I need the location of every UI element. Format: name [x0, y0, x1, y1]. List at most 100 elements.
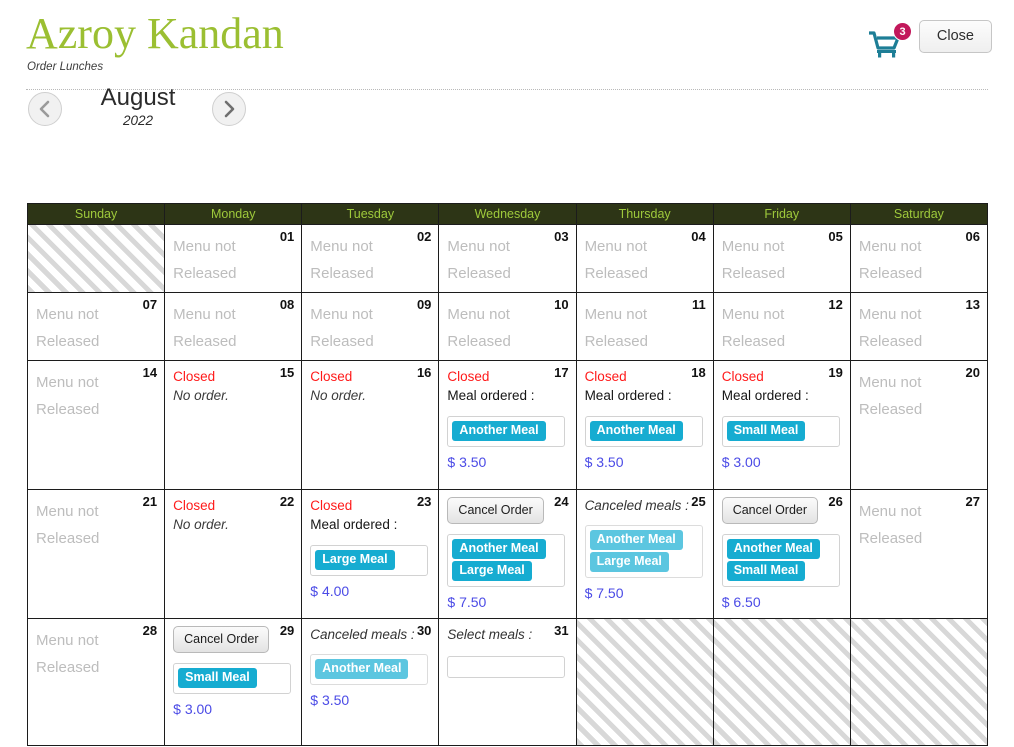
closed-label: Closed	[721, 369, 764, 384]
menu-not-released-label: Menu not Released	[721, 306, 786, 350]
day-cell-body: Canceled meals : Another MealLarge Meal $ …	[584, 497, 705, 601]
day-cell-body: Menu not Released	[722, 233, 842, 287]
day-number: 28	[142, 623, 158, 638]
calendar-day-cell: 16 Closed No order.	[302, 361, 440, 490]
day-number: 16	[416, 365, 432, 380]
menu-not-released-label: Menu not Released	[173, 238, 237, 282]
day-cell-body: Select meals :	[447, 626, 567, 678]
meal-tag: Small Meal	[726, 421, 806, 441]
day-number: 14	[142, 365, 158, 380]
next-month-button[interactable]	[212, 92, 246, 126]
day-cell-body: Menu not Released	[722, 301, 842, 355]
day-cell-body: Menu not Released	[36, 301, 156, 355]
calendar-day-cell: 22 Closed No order.	[165, 490, 303, 619]
closed-label: Closed	[310, 498, 353, 513]
day-number: 24	[554, 494, 569, 509]
calendar-day-cell: 08 Menu not Released	[165, 293, 303, 361]
cancel-order-button[interactable]: Cancel Order	[447, 497, 544, 524]
order-price: $ 7.50	[584, 585, 624, 601]
meal-ordered-label: Meal ordered :	[447, 388, 535, 403]
day-number: 08	[279, 297, 295, 312]
chevron-left-icon	[39, 100, 50, 118]
day-cell-body: Menu not Released	[36, 498, 156, 552]
calendar-day-cell[interactable]: 24 Cancel Order Another MealLarge Meal $ 7.…	[439, 490, 577, 619]
cancel-order-button[interactable]: Cancel Order	[173, 626, 270, 653]
calendar-cell-empty	[28, 225, 166, 293]
close-button[interactable]: Close	[918, 20, 992, 53]
meal-tag: Large Meal	[315, 550, 395, 570]
closed-label: Closed	[447, 369, 490, 384]
menu-not-released-label: Menu not Released	[584, 306, 648, 350]
meal-tag: Small Meal	[726, 561, 806, 581]
closed-label: Closed	[173, 369, 216, 384]
meal-tag: Another Meal	[589, 421, 683, 441]
meal-ordered-label: Meal ordered :	[721, 388, 809, 403]
day-cell-body: Menu not Released	[859, 498, 979, 552]
closed-label: Closed	[310, 369, 353, 384]
day-number: 05	[828, 229, 843, 244]
day-number: 30	[416, 623, 432, 638]
meal-select-input[interactable]	[447, 656, 566, 678]
meal-tag-list: Another Meal	[447, 416, 566, 447]
calendar-day-cell[interactable]: 29 Cancel Order Small Meal $ 3.00	[165, 619, 303, 746]
calendar-day-cell: 02 Menu not Released	[302, 225, 440, 293]
day-number: 21	[142, 494, 158, 509]
calendar-cell-empty	[713, 619, 851, 746]
day-cell-body: Menu not Released	[859, 233, 979, 287]
day-cell-body: Menu not Released	[310, 233, 430, 287]
order-price: $ 3.50	[310, 692, 350, 708]
meal-tag-list: Small Meal	[173, 663, 292, 694]
calendar-cell-empty	[576, 619, 714, 746]
calendar-day-cell: 05 Menu not Released	[713, 225, 851, 293]
calendar-day-cell[interactable]: 31 Select meals :	[439, 619, 577, 746]
day-number: 09	[416, 297, 432, 312]
calendar-day-cell[interactable]: 26 Cancel Order Another MealSmall Meal $ 6.…	[713, 490, 851, 619]
day-cell-body: Menu not Released	[173, 233, 293, 287]
meal-tag-list: Another MealLarge Meal	[447, 534, 566, 587]
calendar-day-cell: 01 Menu not Released	[165, 225, 303, 293]
cart-button[interactable]: 3	[868, 22, 914, 62]
day-cell-body: Menu not Released	[173, 301, 293, 355]
meal-tag: Another Meal	[315, 659, 409, 679]
day-number: 03	[554, 229, 569, 244]
day-cell-body: Menu not Released	[310, 301, 430, 355]
month-year: 2022	[122, 113, 154, 128]
day-number: 01	[279, 229, 295, 244]
month-name: August	[100, 84, 176, 111]
calendar-day-cell: 25 Canceled meals : Another MealLarge Meal…	[576, 490, 714, 619]
no-order-label: No order.	[310, 388, 367, 403]
calendar-week-row: 28 Menu not Released 29 Cancel Order Small M…	[28, 619, 988, 746]
meal-tag: Another Meal	[589, 530, 683, 550]
day-cell-body: Cancel Order Another MealLarge Meal $ 7.50	[447, 496, 567, 610]
cart-count-badge: 3	[893, 22, 912, 41]
day-cell-body: Closed Meal ordered : Small Meal $ 3.00	[721, 368, 842, 470]
day-cell-body: Closed No order.	[173, 368, 293, 406]
calendar-day-cell: 10 Menu not Released	[439, 293, 577, 361]
calendar-weekday-header: Sunday Monday Tuesday Wednesday Thursday Frid…	[28, 204, 988, 225]
weekday-header-friday: Friday	[713, 204, 851, 225]
meal-tag-list: Another MealLarge Meal	[584, 525, 703, 578]
calendar-day-cell: 14 Menu not Released	[28, 361, 166, 490]
day-number: 12	[828, 297, 843, 312]
day-cell-body: Closed Meal ordered : Another Meal $ 3.50	[584, 368, 705, 470]
meal-tag-list: Large Meal	[310, 545, 429, 576]
day-number: 26	[828, 494, 843, 509]
calendar-week-row: 14 Menu not Released 15 Closed No order. 16 Cl…	[28, 361, 988, 490]
meal-tag-list: Another Meal	[310, 654, 429, 685]
menu-not-released-label: Menu not Released	[36, 632, 100, 676]
calendar-day-cell: 12 Menu not Released	[713, 293, 851, 361]
calendar-day-cell: 03 Menu not Released	[439, 225, 577, 293]
meal-tag: Another Meal	[452, 421, 546, 441]
day-cell-body: Menu not Released	[585, 233, 705, 287]
cancel-order-button[interactable]: Cancel Order	[721, 497, 819, 524]
day-number: 31	[554, 623, 569, 638]
order-price: $ 7.50	[447, 594, 487, 610]
prev-month-button[interactable]	[28, 92, 62, 126]
weekday-header-tuesday: Tuesday	[302, 204, 440, 225]
calendar-day-cell: 20 Menu not Released	[850, 361, 988, 490]
month-navigation: August 2022	[0, 84, 1014, 192]
meal-tag-list: Small Meal	[721, 416, 840, 447]
calendar-day-cell: 11 Menu not Released	[576, 293, 714, 361]
menu-not-released-label: Menu not Released	[858, 306, 923, 350]
calendar-day-cell: 19 Closed Meal ordered : Small Meal $ 3.00	[713, 361, 851, 490]
